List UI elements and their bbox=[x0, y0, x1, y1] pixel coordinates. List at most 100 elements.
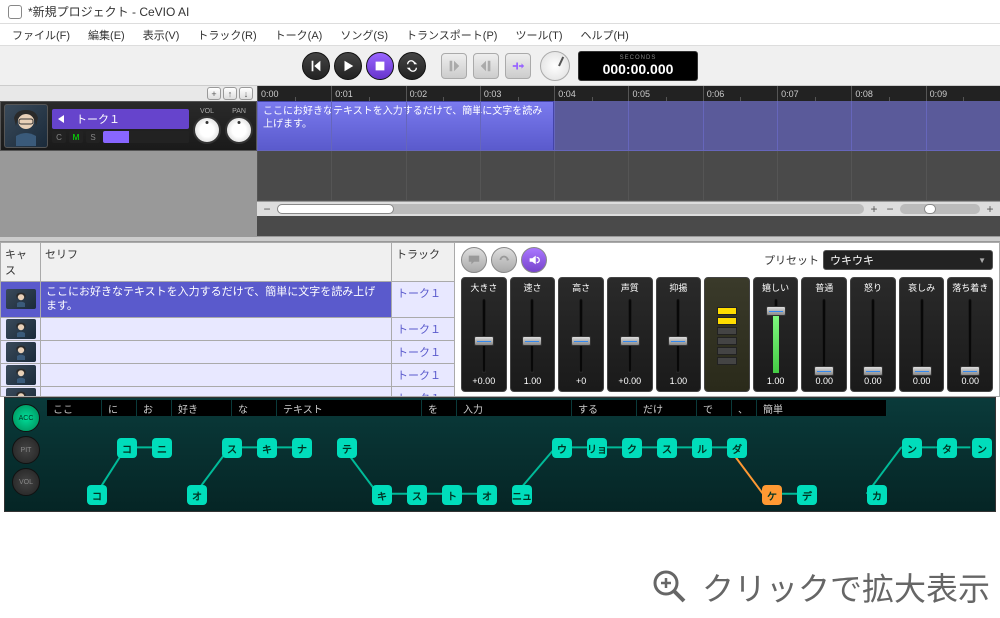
track-header[interactable]: トーク１ C M S VOL PAN bbox=[0, 101, 257, 151]
track-cell[interactable]: トーク１ bbox=[392, 318, 454, 340]
vol-button[interactable]: VOL bbox=[12, 468, 40, 496]
phoneme-node[interactable]: キ bbox=[372, 485, 392, 505]
preset-select[interactable]: ウキウキ bbox=[823, 250, 993, 270]
phoneme-node[interactable]: ス bbox=[222, 438, 242, 458]
phoneme-node[interactable]: オ bbox=[477, 485, 497, 505]
phoneme-node[interactable]: ナ bbox=[292, 438, 312, 458]
slider-普通[interactable]: 普通0.00 bbox=[801, 277, 847, 392]
line-cell[interactable] bbox=[41, 387, 392, 396]
menu-item-7[interactable]: ツール(T) bbox=[507, 25, 570, 45]
zoom-out-icon[interactable]: − bbox=[884, 202, 896, 216]
scroll-left-icon[interactable]: − bbox=[261, 202, 273, 216]
move-track-down-button[interactable]: ↓ bbox=[239, 87, 253, 100]
phoneme-node[interactable]: ク bbox=[622, 438, 642, 458]
line-cell[interactable] bbox=[41, 318, 392, 340]
phoneme-node[interactable]: カ bbox=[867, 485, 887, 505]
track-cell[interactable]: トーク１ bbox=[392, 282, 454, 317]
talk-row[interactable]: トーク１ bbox=[1, 364, 454, 387]
menu-item-8[interactable]: ヘルプ(H) bbox=[573, 25, 637, 45]
menu-item-1[interactable]: 編集(E) bbox=[80, 25, 133, 45]
track-solo-button[interactable]: S bbox=[86, 131, 100, 143]
phoneme-node[interactable]: コ bbox=[117, 438, 137, 458]
talk-row[interactable]: トーク１ bbox=[1, 341, 454, 364]
slider-嬉しい[interactable]: 嬉しい1.00 bbox=[753, 277, 799, 392]
phoneme-node[interactable]: ス bbox=[657, 438, 677, 458]
line-cell[interactable] bbox=[41, 364, 392, 386]
cast-cell[interactable] bbox=[1, 282, 41, 317]
acc-button[interactable]: ACC bbox=[12, 404, 40, 432]
phoneme-node[interactable]: ニ bbox=[152, 438, 172, 458]
phoneme-node[interactable]: ウ bbox=[552, 438, 572, 458]
time-ruler[interactable]: 0:000:010:020:030:040:050:060:070:080:09 bbox=[257, 86, 1000, 101]
line-cell[interactable] bbox=[41, 341, 392, 363]
track-avatar[interactable] bbox=[4, 104, 48, 148]
phoneme-node[interactable]: テ bbox=[337, 438, 357, 458]
empty-track-row[interactable] bbox=[257, 151, 1000, 201]
phoneme-node[interactable]: リョ bbox=[587, 438, 607, 458]
cast-cell[interactable] bbox=[1, 341, 41, 363]
speaker-button[interactable] bbox=[521, 247, 547, 273]
col-line[interactable]: セリフ bbox=[41, 243, 392, 281]
phoneme-editor[interactable]: ACC PIT VOL ここにお好きなテキストを入力するだけで、簡単 ココニオス… bbox=[4, 397, 996, 512]
track-cell[interactable]: トーク１ bbox=[392, 387, 454, 396]
pit-button[interactable]: PIT bbox=[12, 436, 40, 464]
phoneme-node[interactable]: コ bbox=[87, 485, 107, 505]
track-name[interactable]: トーク１ bbox=[52, 109, 189, 129]
menu-item-0[interactable]: ファイル(F) bbox=[4, 25, 78, 45]
scroll-right-icon[interactable]: + bbox=[868, 202, 880, 216]
cast-cell[interactable] bbox=[1, 387, 41, 396]
track-c-button[interactable]: C bbox=[52, 131, 66, 143]
stop-button[interactable] bbox=[366, 52, 394, 80]
phoneme-node[interactable]: ケ bbox=[762, 485, 782, 505]
menu-item-6[interactable]: トランスポート(P) bbox=[398, 25, 505, 45]
add-track-button[interactable]: + bbox=[207, 87, 221, 100]
slider-抑揚[interactable]: 抑揚1.00 bbox=[656, 277, 702, 392]
slider-大きさ[interactable]: 大きさ+0.00 bbox=[461, 277, 507, 392]
pan-knob[interactable] bbox=[225, 116, 253, 144]
marker-start-button[interactable] bbox=[441, 53, 467, 79]
slider-声質[interactable]: 声質+0.00 bbox=[607, 277, 653, 392]
phoneme-node[interactable]: ル bbox=[692, 438, 712, 458]
redo-button[interactable] bbox=[491, 247, 517, 273]
rewind-button[interactable] bbox=[302, 52, 330, 80]
timeline[interactable]: 0:000:010:020:030:040:050:060:070:080:09… bbox=[257, 86, 1000, 236]
cursor-button[interactable] bbox=[505, 53, 531, 79]
phoneme-node[interactable]: ト bbox=[442, 485, 462, 505]
marker-end-button[interactable] bbox=[473, 53, 499, 79]
col-cast[interactable]: キャス bbox=[1, 243, 41, 281]
phoneme-node[interactable]: ダ bbox=[727, 438, 747, 458]
timeline-scroll[interactable]: − + − + bbox=[257, 201, 1000, 216]
move-track-up-button[interactable]: ↑ bbox=[223, 87, 237, 100]
slider-怒り[interactable]: 怒り0.00 bbox=[850, 277, 896, 392]
phoneme-node[interactable]: ニュ bbox=[512, 485, 532, 505]
phoneme-node[interactable]: キ bbox=[257, 438, 277, 458]
col-track[interactable]: トラック bbox=[392, 243, 454, 281]
talk-row[interactable]: トーク１ bbox=[1, 387, 454, 396]
phoneme-node[interactable]: タ bbox=[937, 438, 957, 458]
menu-item-4[interactable]: トーク(A) bbox=[267, 25, 331, 45]
slider-速さ[interactable]: 速さ1.00 bbox=[510, 277, 556, 392]
speech-bubble-button[interactable] bbox=[461, 247, 487, 273]
zoom-in-icon[interactable]: + bbox=[984, 202, 996, 216]
slider-落ち着き[interactable]: 落ち着き0.00 bbox=[947, 277, 993, 392]
cast-cell[interactable] bbox=[1, 318, 41, 340]
phoneme-node[interactable]: オ bbox=[187, 485, 207, 505]
phoneme-graph[interactable]: ここにお好きなテキストを入力するだけで、簡単 ココニオスキナテキストオニュウリョ… bbox=[47, 398, 995, 511]
volume-knob[interactable] bbox=[193, 116, 221, 144]
phoneme-node[interactable]: デ bbox=[797, 485, 817, 505]
phoneme-node[interactable]: ス bbox=[407, 485, 427, 505]
play-button[interactable] bbox=[334, 52, 362, 80]
slider-哀しみ[interactable]: 哀しみ0.00 bbox=[899, 277, 945, 392]
line-cell[interactable]: ここにお好きなテキストを入力するだけで、簡単に文字を読み上げます。 bbox=[41, 282, 392, 317]
track-mute-button[interactable]: M bbox=[69, 131, 83, 143]
talk-row[interactable]: トーク１ bbox=[1, 318, 454, 341]
clip-row[interactable]: ここにお好きなテキストを入力するだけで、簡単に文字を読み上げます。 bbox=[257, 101, 1000, 151]
loop-button[interactable] bbox=[398, 52, 426, 80]
menu-item-3[interactable]: トラック(R) bbox=[189, 25, 264, 45]
clip-tail[interactable] bbox=[554, 101, 1000, 151]
menu-item-5[interactable]: ソング(S) bbox=[332, 25, 396, 45]
track-cell[interactable]: トーク１ bbox=[392, 341, 454, 363]
phoneme-node[interactable]: ン bbox=[972, 438, 992, 458]
track-cell[interactable]: トーク１ bbox=[392, 364, 454, 386]
tempo-dial[interactable] bbox=[540, 51, 570, 81]
